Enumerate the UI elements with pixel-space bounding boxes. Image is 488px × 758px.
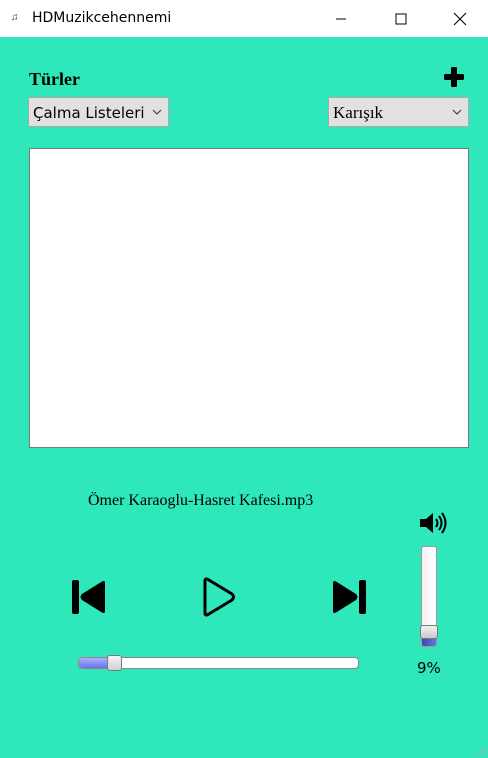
main-panel: Türler Çalma Listeleri Karışık Ömer Kara…: [0, 37, 488, 758]
play-icon[interactable]: [199, 576, 237, 618]
minimize-icon: [336, 18, 346, 19]
app-window: ♫ HDMuzikcehennemi Türler Çalma Listeler…: [0, 0, 488, 758]
skip-next-icon[interactable]: [330, 578, 368, 616]
maximize-icon: [395, 13, 407, 24]
window-title: HDMuzikcehennemi: [32, 10, 172, 26]
chevron-down-icon: [152, 109, 162, 115]
volume-slider-thumb[interactable]: [420, 625, 438, 640]
resize-grip-icon[interactable]: [476, 746, 486, 756]
skip-previous-icon[interactable]: [70, 578, 108, 616]
minimize-button[interactable]: [318, 0, 364, 37]
song-list[interactable]: [29, 148, 469, 448]
seek-bar-thumb[interactable]: [107, 655, 123, 671]
genres-label: Türler: [29, 69, 80, 89]
music-app-icon: ♫: [11, 12, 19, 23]
playlists-select[interactable]: Çalma Listeleri: [28, 97, 169, 127]
volume-percent: 9%: [417, 659, 441, 677]
chevron-down-icon: [452, 109, 462, 115]
genre-select-value: Karışık: [333, 103, 384, 122]
playlists-select-value: Çalma Listeleri: [33, 104, 145, 122]
close-icon: [453, 12, 467, 25]
close-button[interactable]: [437, 0, 483, 37]
genre-select[interactable]: Karışık: [328, 97, 469, 127]
title-bar[interactable]: ♫ HDMuzikcehennemi: [0, 0, 488, 37]
now-playing-label: Ömer Karaoglu-Hasret Kafesi.mp3: [88, 492, 314, 509]
plus-icon[interactable]: [443, 66, 465, 88]
speaker-icon[interactable]: [419, 511, 449, 535]
maximize-button[interactable]: [378, 0, 424, 37]
